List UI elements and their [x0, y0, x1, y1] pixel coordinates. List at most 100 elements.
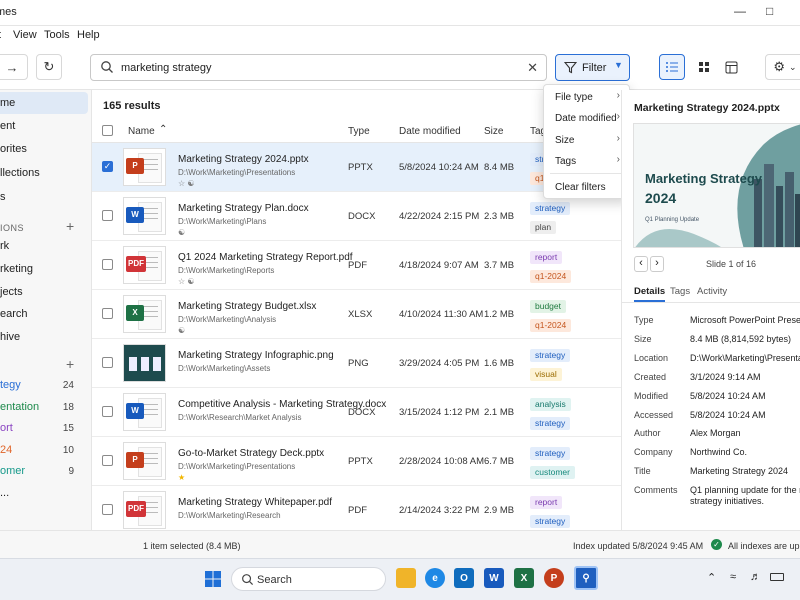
sidebar-item-archive[interactable]: hive [0, 326, 88, 348]
volume-icon[interactable]: ♬ [750, 571, 761, 583]
tag-chip[interactable]: report [530, 251, 563, 264]
forward-button[interactable]: → [0, 54, 28, 80]
row-checkbox[interactable] [102, 455, 113, 466]
sidebar-item-marketing[interactable]: rketing [0, 258, 88, 280]
sidebar-item-projects[interactable]: jects [0, 281, 88, 303]
row-checkbox[interactable] [102, 357, 113, 368]
add-location-button[interactable]: + [66, 218, 74, 234]
tab-tags[interactable]: Tags [670, 286, 690, 297]
preview-pane-button[interactable] [718, 54, 744, 80]
row-meta-icons: ☆ ☯ [178, 277, 195, 286]
tag-chip[interactable]: strategy [530, 447, 571, 460]
sidebar-item-tags[interactable]: s [0, 186, 88, 208]
sidebar-item-recent[interactable]: ent [0, 115, 88, 137]
excel-app-icon[interactable]: X [514, 568, 534, 588]
row-checkbox[interactable]: ✓ [102, 161, 113, 172]
table-row[interactable]: PDF Marketing Strategy Whitepaper.pdf D:\W… [92, 486, 621, 535]
tag-chip[interactable]: strategy [530, 515, 571, 528]
grid-view-button[interactable] [691, 54, 717, 80]
tag-chip[interactable]: strategy [530, 349, 571, 362]
star-filled-icon[interactable]: ★ [178, 473, 185, 482]
taskbar-search[interactable]: Search [231, 567, 386, 591]
tag-chip[interactable]: strategy [530, 417, 571, 430]
search-input[interactable]: marketing strategy [121, 62, 211, 74]
filter-tags[interactable]: Tags [555, 156, 576, 167]
file-explorer-icon[interactable] [396, 568, 416, 588]
menu-view[interactable]: View [13, 29, 37, 41]
sidebar-item-collections[interactable]: llections [0, 162, 88, 184]
refresh-button[interactable]: ↻ [36, 54, 62, 80]
sidebar-tag-report[interactable]: ort 15 [0, 417, 88, 439]
tag-chip[interactable]: analysis [530, 398, 571, 411]
add-tag-button[interactable]: + [66, 356, 74, 372]
battery-icon[interactable] [770, 573, 784, 581]
tag-chip[interactable]: strategy [530, 202, 571, 215]
word-app-icon[interactable]: W [484, 568, 504, 588]
table-row[interactable]: PDF Q1 2024 Marketing Strategy Report.pdf… [92, 241, 621, 290]
pdf-icon: PDF [123, 246, 166, 284]
wifi-icon[interactable]: ≈ [730, 571, 736, 583]
sidebar-item-research[interactable]: earch [0, 303, 88, 325]
next-slide-button[interactable]: › [650, 256, 664, 272]
minimize-button[interactable]: — [734, 4, 746, 18]
column-type[interactable]: Type [348, 126, 370, 137]
column-size[interactable]: Size [484, 126, 503, 137]
filter-file-type[interactable]: File type [555, 92, 593, 103]
table-row[interactable]: P Go-to-Market Strategy Deck.pptx D:\Work\… [92, 437, 621, 486]
tab-details[interactable]: Details [634, 286, 666, 302]
show-hidden-icons-button[interactable]: ⌃ [707, 571, 716, 584]
powerpoint-app-icon[interactable]: P [544, 568, 564, 588]
edge-browser-icon[interactable]: e [425, 568, 445, 588]
menu-tools[interactable]: Tools [44, 29, 70, 41]
row-checkbox[interactable] [102, 406, 113, 417]
tag-chip[interactable]: budget [530, 300, 566, 313]
column-name[interactable]: Name [128, 126, 155, 137]
sidebar-tag-strategy[interactable]: tegy 24 [0, 374, 88, 396]
row-checkbox[interactable] [102, 259, 113, 270]
tag-chip[interactable]: plan [530, 221, 557, 234]
sidebar-item-work[interactable]: rk [0, 235, 88, 257]
filter-button[interactable]: Filter ▼ [555, 54, 630, 81]
clear-search-icon[interactable]: ✕ [527, 60, 538, 76]
sidebar-tag-customer[interactable]: omer 9 [0, 460, 88, 482]
prev-slide-button[interactable]: ‹ [634, 256, 648, 272]
table-row[interactable]: W Competitive Analysis - Marketing Strate… [92, 388, 621, 437]
star-icon[interactable]: ☆ [178, 277, 185, 286]
preview-title: Marketing Strategy 2024.pptx [634, 102, 780, 114]
filter-size[interactable]: Size [555, 135, 574, 146]
tag-chip[interactable]: customer [530, 466, 575, 479]
file-size: 3.7 MB [484, 260, 515, 271]
search-box[interactable]: marketing strategy ✕ [90, 54, 547, 81]
table-row[interactable]: ✓ P Marketing Strategy 2024.pptx D:\Work\Ma… [92, 143, 621, 192]
list-view-button[interactable] [659, 54, 685, 80]
star-icon[interactable]: ☆ [178, 179, 185, 188]
tag-chip[interactable]: q1-2024 [530, 270, 572, 283]
filter-date-modified[interactable]: Date modified [555, 113, 617, 124]
windows-start-icon[interactable] [205, 571, 221, 587]
sidebar-more[interactable]: ... [0, 482, 88, 504]
menu-help[interactable]: Help [77, 29, 100, 41]
row-checkbox[interactable] [102, 504, 113, 515]
column-date[interactable]: Date modified [399, 126, 461, 137]
sidebar-item-home[interactable]: me [0, 92, 88, 114]
select-all-checkbox[interactable] [102, 125, 113, 136]
tag-chip[interactable]: q1-2024 [530, 319, 572, 332]
tag-chip[interactable]: report [530, 496, 563, 509]
settings-button[interactable]: ⚙ ⌄ [765, 54, 800, 80]
tag-chip[interactable]: visual [530, 368, 562, 381]
sidebar-tag-presentation[interactable]: entation 18 [0, 396, 88, 418]
menu-edit[interactable]: t [0, 29, 1, 41]
outlook-icon[interactable]: O [454, 568, 474, 588]
window-title: mes [0, 6, 17, 18]
table-row[interactable]: Marketing Strategy Infographic.png D:\Wor… [92, 339, 621, 388]
sidebar-item-favorites[interactable]: orites [0, 138, 88, 160]
table-row[interactable]: W Marketing Strategy Plan.docx D:\Work\Mar… [92, 192, 621, 241]
row-checkbox[interactable] [102, 308, 113, 319]
maximize-button[interactable]: □ [766, 4, 773, 18]
tab-activity[interactable]: Activity [697, 286, 727, 297]
sidebar-tag-q1-2024[interactable]: 24 10 [0, 439, 88, 461]
clear-filters-button[interactable]: Clear filters [555, 182, 606, 193]
row-checkbox[interactable] [102, 210, 113, 221]
search-app-icon[interactable]: ⚲ [574, 566, 598, 590]
table-row[interactable]: X Marketing Strategy Budget.xlsx D:\Work\M… [92, 290, 621, 339]
